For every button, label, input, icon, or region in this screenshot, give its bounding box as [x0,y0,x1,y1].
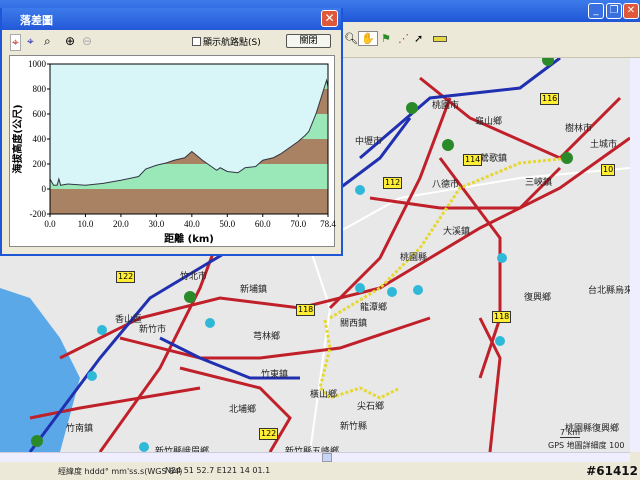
zoom-box-icon[interactable]: ⌕ [44,34,51,49]
route-shield: 114 [463,154,483,166]
y-tick-label: 0 [42,184,47,194]
route-shield: 122 [259,428,279,440]
place-label: 北埔鄉 [229,405,257,415]
place-label: 桃園市 [432,101,460,111]
coord-format: 經緯度 hddd° mm'ss.s(WGS 84) [58,467,183,476]
vertical-scrollbar[interactable] [630,58,640,452]
place-label: 新竹縣峨眉鄉 [155,447,210,452]
place-label: 樹林市 [565,124,593,134]
y-tick-label: 400 [33,134,47,144]
x-tick-label: 70.0 [290,219,306,229]
place-label: 新竹縣五峰鄉 [285,447,340,452]
flag-icon[interactable]: ⚑ [381,32,391,45]
close-dialog-button[interactable]: 關閉 [286,34,331,48]
dialog-title: 落差圖 ✕ [2,8,341,30]
elevation-band [50,189,328,214]
place-label: 竹南鎮 [66,424,94,434]
place-label: 八德市 [432,180,460,190]
elevation-profile-dialog: 落差圖 ✕ ⌖ ⌖ ⌕ ⊕ ⊖ 顯示航路點(S) 關閉 1000 800 600 40… [0,8,343,256]
pan-hand-icon[interactable]: ✋ [358,31,378,46]
route-shield: 116 [540,93,560,105]
horizontal-scrollbar[interactable] [0,452,630,462]
x-tick-label: 0.0 [44,219,56,229]
zoom-out-icon[interactable]: ⊖ [82,34,92,48]
route-shield: 10 [601,164,616,176]
place-label: 新竹縣 [340,422,368,432]
route-shield: 122 [116,271,136,283]
zoom-tool-icon[interactable]: 🔍︎ [344,32,358,45]
x-tick-label: 78.4 [320,219,336,229]
minimize-button[interactable]: _ [588,3,604,19]
place-label: 大溪鎮 [443,227,471,237]
place-label: 桃園縣 [400,253,428,263]
route-icon[interactable]: ⋰ [398,32,409,45]
route-shield: 118 [492,311,512,323]
y-tick-label: 200 [33,159,47,169]
place-label: 三峽鎮 [525,178,553,188]
y-tick-label: 800 [33,84,47,94]
y-tick-label: 1000 [28,59,47,69]
x-tick-label: 30.0 [149,219,165,229]
x-tick-label: 40.0 [184,219,200,229]
place-label: 復興鄉 [524,293,552,303]
place-label: 龜山鄉 [475,117,503,127]
place-label: 鶯歌鎮 [480,154,508,164]
place-label: 橫山鄉 [310,390,338,400]
place-label: 關西鎮 [340,319,368,329]
place-label: 竹北市 [180,272,208,282]
x-tick-label: 10.0 [78,219,94,229]
place-label: 新埔鎮 [240,285,268,295]
place-label: 台北縣烏來 [588,286,630,296]
x-tick-label: 50.0 [219,219,235,229]
pointer-icon[interactable]: ➚ [414,32,423,45]
y-tick-label: -200 [30,209,47,219]
place-label: 竹東鎮 [261,370,289,380]
place-label: 香山區 [115,315,143,325]
chart-area: 1000 800 600 400 200 0 -200 0.0 10.0 20.0 30.0 40.0… [9,55,336,247]
route-shield: 112 [383,177,403,189]
map-precision: GPS 地圖詳細度 100 [548,440,625,451]
place-label: 新竹市 [139,325,167,335]
status-bar: 經緯度 hddd° mm'ss.s(WGS 84) N24 51 52.7 E1… [0,462,640,480]
x-axis-label: 距離 (km) [164,232,214,245]
route-shield: 118 [296,304,316,316]
x-tick-label: 60.0 [255,219,271,229]
watermark: #61412 [586,464,638,478]
place-label: 土城市 [590,140,618,150]
place-label: 中壢市 [355,137,383,147]
y-tick-label: 600 [33,109,47,119]
place-label: 芎林鄉 [253,332,281,342]
close-button[interactable]: ✕ [623,3,639,19]
coord-readout: N24 51 52.7 E121 14 01.1 [165,466,271,475]
maximize-button[interactable]: ❐ [606,3,622,19]
scale-bar: 7 km [560,428,581,438]
crosshair-red-icon[interactable]: ⌖ [10,34,21,51]
ruler-icon[interactable] [433,36,447,42]
place-label: 尖石鄉 [357,402,385,412]
crosshair-blue-icon[interactable]: ⌖ [27,34,34,49]
scroll-thumb[interactable] [322,453,332,462]
x-tick-label: 20.0 [113,219,129,229]
y-axis-label: 海拔高度(公尺) [11,104,24,173]
place-label: 龍潭鄉 [360,303,388,313]
zoom-in-icon[interactable]: ⊕ [65,34,75,48]
show-waypoints-checkbox[interactable]: 顯示航路點(S) [192,35,261,48]
dialog-close-x[interactable]: ✕ [321,10,338,27]
elevation-chart: 1000 800 600 400 200 0 -2000.0 10.0 20.0 30.0 40.0… [11,59,336,245]
